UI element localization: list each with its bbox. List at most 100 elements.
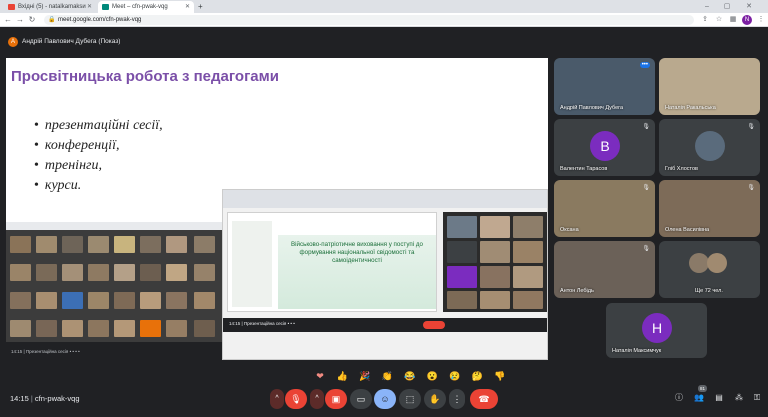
more-participants-tile[interactable]: Ще 72 чел.: [659, 241, 760, 298]
maximize-icon[interactable]: ▢: [722, 2, 732, 12]
hand-icon: ✋: [429, 394, 441, 404]
close-tab-icon[interactable]: ✕: [185, 1, 190, 13]
mic-toggle-button[interactable]: 🎙︎: [285, 389, 307, 409]
close-window-icon[interactable]: ✕: [744, 2, 754, 12]
reaction-thinking-button[interactable]: 🤔: [468, 369, 486, 383]
present-screen-button[interactable]: ⬚: [399, 389, 421, 409]
reaction-party-button[interactable]: 🎉: [356, 369, 374, 383]
back-icon[interactable]: ←: [3, 14, 13, 26]
gallery-thumb: [194, 292, 215, 309]
chrome-menu-icon[interactable]: ⋮: [756, 15, 766, 25]
reaction-surprised-button[interactable]: 😮: [423, 369, 441, 383]
presentation-stage: Просвітницька робота з педагогами презен…: [6, 58, 548, 360]
info-icon: ⓘ: [675, 393, 683, 402]
browser-tab-meet[interactable]: Meet – cfn-pwak-vqg ✕: [98, 1, 194, 13]
extensions-icon[interactable]: ▦: [728, 15, 738, 25]
nested-slide: Військово-патріотичне виховання у поступ…: [278, 235, 436, 309]
activities-button[interactable]: ⁂: [732, 391, 746, 405]
new-tab-button[interactable]: +: [196, 1, 208, 13]
participant-count-badge: 81: [698, 385, 708, 392]
gallery-thumb: [36, 320, 57, 337]
participant-tile[interactable]: 🎙︎ Гліб Хлостов: [659, 119, 760, 176]
gallery-thumb: [88, 236, 109, 253]
participant-tile[interactable]: Н Наталія Максимчук: [606, 303, 707, 358]
participant-tile[interactable]: ••• Андрій Павлович Дубега: [554, 58, 655, 115]
lock-person-icon: ⚿: [753, 393, 761, 402]
captions-button[interactable]: ▭: [350, 389, 372, 409]
reaction-laugh-button[interactable]: 😂: [401, 369, 419, 383]
gallery-thumb: [166, 292, 187, 309]
participant-avatar: Н: [642, 313, 672, 343]
slide-title: Просвітницька робота з педагогами: [11, 68, 279, 85]
gallery-thumb: [36, 292, 57, 309]
mic-off-icon: 🎙︎: [642, 246, 650, 252]
gallery-thumb: [447, 291, 477, 309]
participant-tile[interactable]: Наталія Ракальська: [659, 58, 760, 115]
gallery-thumb: [88, 320, 109, 337]
host-controls-button[interactable]: ⚿: [750, 391, 764, 405]
gallery-thumb: [447, 216, 477, 238]
people-button[interactable]: 👥 81: [692, 385, 708, 405]
participant-avatar: [695, 131, 725, 161]
browser-tab-gmail[interactable]: Вхідні (5) - natalkamaksи ✕: [4, 1, 96, 13]
gallery-thumb: [194, 236, 215, 253]
reaction-sad-button[interactable]: 😢: [446, 369, 464, 383]
mic-off-icon: 🎙︎: [747, 185, 755, 191]
reload-icon[interactable]: ↻: [27, 14, 37, 26]
captions-icon: ▭: [356, 394, 366, 404]
reaction-heart-button[interactable]: ❤: [311, 369, 329, 383]
bookmark-star-icon[interactable]: ☆: [714, 15, 724, 25]
raise-hand-button[interactable]: ✋: [424, 389, 446, 409]
gmail-icon: [8, 4, 15, 10]
participant-tile[interactable]: 🎙︎ Олена Василівна: [659, 180, 760, 237]
emoji-reactions-button[interactable]: ☺: [374, 389, 396, 409]
close-tab-icon[interactable]: ✕: [87, 1, 92, 13]
profile-avatar[interactable]: N: [742, 15, 752, 25]
participant-tile[interactable]: 🎙︎ B Валентин Тарасов: [554, 119, 655, 176]
share-icon[interactable]: ⇪: [700, 15, 710, 25]
mic-options-button[interactable]: ^: [270, 389, 284, 409]
nested-window-toolbar-text: 14:15 | Презентаційна сесія • • •: [229, 321, 295, 326]
leave-call-button[interactable]: ☎: [470, 389, 498, 409]
mic-off-icon: 🎙︎: [642, 124, 650, 130]
gallery-thumb: [140, 264, 161, 281]
mic-off-icon: 🎙︎: [747, 124, 755, 130]
more-options-button[interactable]: ⋮: [449, 389, 465, 409]
participant-name: Наталія Ракальська: [665, 105, 716, 111]
gallery-thumb: [140, 320, 161, 337]
slide-bullet: конференції,: [34, 136, 163, 156]
forward-icon[interactable]: →: [15, 14, 25, 26]
participant-tile[interactable]: 🎙︎ Антон Лебідь: [554, 241, 655, 298]
gallery-thumb: [62, 292, 83, 309]
camera-options-button[interactable]: ^: [310, 389, 324, 409]
url-text: meet.google.com/cfn-pwak-vqg: [58, 17, 142, 23]
participant-name: Гліб Хлостов: [665, 166, 698, 172]
more-vert-icon: ⋮: [452, 394, 462, 404]
meeting-time: 14:15: [10, 394, 29, 403]
nested-meet-toolbar: 14:15 | Презентаційна сесія • • • •: [6, 342, 222, 360]
gallery-thumb: [62, 236, 83, 253]
gallery-thumb: [36, 236, 57, 253]
nested-window-chrome: [223, 190, 547, 208]
participant-name: Андрій Павлович Дубега: [560, 105, 624, 111]
gallery-thumb: [480, 291, 510, 309]
slide-thumbnails: [232, 221, 272, 307]
chat-button[interactable]: ▤: [712, 391, 726, 405]
tab-label: Meet – cfn-pwak-vqg: [112, 4, 168, 10]
url-field[interactable]: 🔒 meet.google.com/cfn-pwak-vqg: [44, 15, 694, 25]
reaction-clap-button[interactable]: 👏: [378, 369, 396, 383]
present-icon: ⬚: [405, 394, 415, 404]
meeting-details-button[interactable]: ⓘ: [672, 391, 686, 405]
slide-bullet: тренінги,: [34, 156, 163, 176]
gallery-thumb: [480, 266, 510, 288]
participant-name: Валентин Тарасов: [560, 166, 608, 172]
gallery-thumb: [114, 264, 135, 281]
reaction-thumbs-up-button[interactable]: 👍: [333, 369, 351, 383]
minimize-icon[interactable]: –: [702, 2, 712, 12]
nested-presentation-editor: Військово-патріотичне виховання у поступ…: [227, 212, 437, 312]
address-bar: ← → ↻ 🔒 meet.google.com/cfn-pwak-vqg ⇪ ☆…: [0, 13, 768, 27]
nested-window-toolbar: 14:15 | Презентаційна сесія • • •: [223, 318, 547, 332]
reaction-thumbs-down-button[interactable]: 👎: [491, 369, 509, 383]
participant-tile[interactable]: 🎙︎ Оксана: [554, 180, 655, 237]
camera-toggle-button[interactable]: ▣: [325, 389, 347, 409]
